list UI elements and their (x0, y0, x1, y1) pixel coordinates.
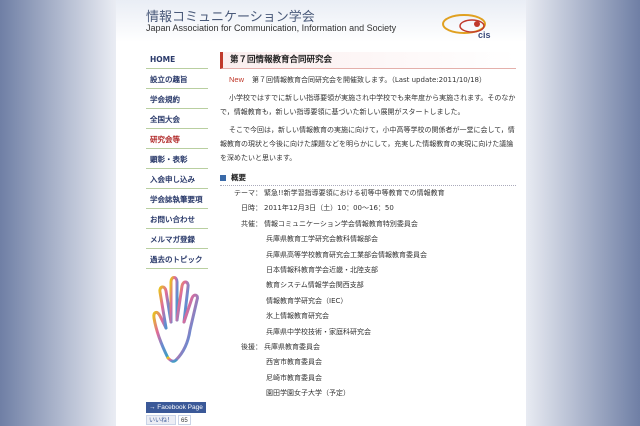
list-item: 日本情報科教育学会近畿・北陸支部 (266, 266, 378, 275)
summary-heading: 概要 (220, 172, 516, 186)
purpose-paragraph: そこで今回は，新しい情報教育の実施に向けて，小中高等学校の関係者が一堂に会して，… (220, 126, 515, 162)
list-item: 園田学園女子大学（予定） (266, 389, 350, 398)
sidebar-item[interactable]: 学会誌執筆要項 (146, 192, 208, 209)
summary-heading-text: 概要 (231, 173, 246, 182)
support-block: 後援： 兵庫県教育委員会 西宮市教育委員会 尼崎市教育委員会 園田学園女子大学（予定） (220, 340, 516, 402)
date-label: 日時： (241, 204, 262, 213)
hand-illustration-icon (152, 276, 199, 363)
list-item: 兵庫県教育委員会 (264, 343, 320, 352)
main-content: 第７回情報教育合同研究会 New 第７回情報教育合同研究会を開催致します。（Las… (220, 52, 516, 402)
list-item: 情報コミュニケーション学会情報教育特別委員会 (264, 219, 418, 228)
intro-paragraph: 小学校ではすでに新しい指導要領が実施され中学校でも来年度から実施されます。そのな… (220, 94, 516, 116)
update-notice: New 第７回情報教育合同研究会を開催致します。（Last update:2011… (220, 73, 516, 87)
new-badge: New (229, 75, 245, 84)
theme-row: テーマ： 緊急!!新学習指導要領における初等中等教育での情報教育 (220, 186, 516, 201)
cohost-block: 共催： 情報コミュニケーション学会情報教育特別委員会 兵庫県教育工学研究会教科情報部… (220, 217, 516, 340)
list-item: 兵庫県中学校技術・家庭科研究会 (266, 327, 371, 336)
facebook-page-link[interactable]: → Facebook Page (146, 402, 206, 413)
sidebar-item[interactable]: 入会申し込み (146, 172, 208, 189)
sidebar-item[interactable]: 過去のトピック (146, 252, 208, 269)
support-label: 後援： (241, 343, 262, 352)
logo-text: cis (478, 30, 491, 40)
support-row: 後援： 兵庫県教育委員会 (220, 340, 516, 355)
like-count: 65 (178, 415, 191, 425)
square-bullet-icon (220, 174, 226, 181)
sidebar-item[interactable]: メルマガ登録 (146, 232, 208, 249)
list-item: 尼崎市教育委員会 (266, 373, 322, 382)
cohost-row: 共催： 情報コミュニケーション学会情報教育特別委員会 (220, 217, 516, 232)
date-row: 日時： 2011年12月3日（土）10：00〜16：50 (220, 201, 516, 216)
notice-text: 第７回情報教育合同研究会を開催致します。（Last update:2011/10… (252, 76, 486, 84)
sidebar-item[interactable]: 全国大会 (146, 112, 208, 129)
page-title: 第７回情報教育合同研究会 (220, 52, 516, 69)
list-item: 教育システム情報学会関西支部 (266, 281, 364, 290)
theme-label: テーマ： (234, 189, 262, 197)
theme-value: 緊急!!新学習指導要領における初等中等教育での情報教育 (264, 189, 445, 197)
sidebar-item[interactable]: お問い合わせ (146, 212, 208, 229)
facebook-like-widget[interactable]: いいね！ 65 (146, 415, 191, 425)
like-button[interactable]: いいね！ (146, 415, 177, 425)
list-item: 兵庫県教育工学研究会教科情報部会 (266, 235, 378, 244)
list-item: 氷上情報教育研究会 (266, 312, 329, 321)
sidebar-item[interactable]: 学会規約 (146, 92, 208, 109)
cohost-label: 共催： (241, 219, 262, 228)
sidebar-item[interactable]: 顕彰・表彰 (146, 152, 208, 169)
list-item: 西宮市教育委員会 (266, 358, 322, 367)
sidebar-item[interactable]: 設立の趣旨 (146, 72, 208, 89)
site-subtitle: Japan Association for Communication, Inf… (146, 23, 397, 33)
sidebar-item[interactable]: HOME (146, 52, 208, 69)
sidebar-item[interactable]: 研究会等 (146, 132, 208, 149)
list-item: 兵庫県高等学校教育研究会工業部会情報教育委員会 (266, 250, 427, 259)
list-item: 情報教育学研究会（IEC） (266, 296, 348, 305)
date-value: 2011年12月3日（土）10：00〜16：50 (264, 204, 394, 213)
sidebar-nav: HOME 設立の趣旨学会規約全国大会研究会等顕彰・表彰入会申し込み 学会誌執筆要項お… (146, 52, 208, 272)
